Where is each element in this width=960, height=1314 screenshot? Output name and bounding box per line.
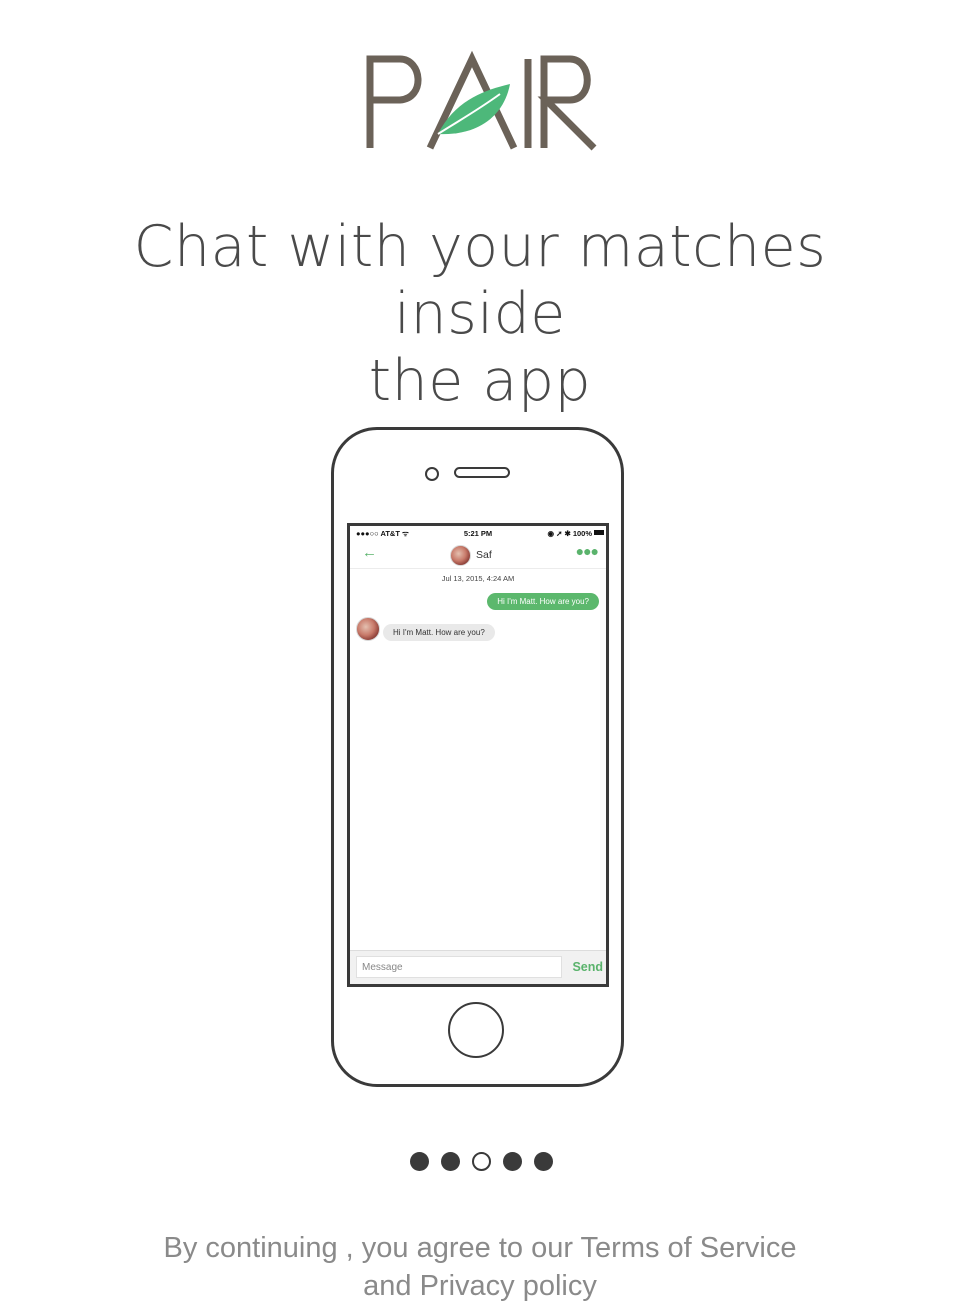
status-right: ◉ ➚ ✱ 100% [547,529,592,538]
page-dot-2[interactable] [441,1152,460,1171]
send-button: Send [572,960,603,974]
message-input: Message [356,956,562,978]
page-dot-5[interactable] [534,1152,553,1171]
terms-line1[interactable]: By continuing , you agree to our Terms o… [40,1229,920,1267]
home-button-icon [448,1002,504,1058]
chat-date: Jul 13, 2015, 4:24 AM [441,574,515,583]
message-composer: Message Send [350,950,606,984]
page-dot-3-active[interactable] [472,1152,491,1171]
incoming-message: Hi I'm Matt. How are you? [383,624,495,641]
pagination-dots[interactable] [410,1152,553,1171]
headline: Chat with your matches inside the app [40,214,920,415]
phone-illustration: ●●●○○ AT&T ᯤ 5:21 PM ◉ ➚ ✱ 100% ← Saf ●●… [331,427,624,1087]
contact-name: Saf [476,549,492,561]
headline-line1: Chat with your matches inside [133,214,827,347]
avatar [356,617,380,641]
battery-icon [594,530,604,535]
contact-header: Saf [450,544,492,566]
page-dot-1[interactable] [410,1152,429,1171]
chat-navbar: ← Saf ●●● [350,540,606,569]
more-icon: ●●● [575,543,599,559]
outgoing-message: Hi I'm Matt. How are you? [487,593,599,610]
camera-icon [425,467,439,481]
back-arrow-icon: ← [362,544,377,561]
speaker-icon [454,467,510,478]
avatar [450,544,471,566]
terms-footer[interactable]: By continuing , you agree to our Terms o… [40,1229,920,1305]
pair-logo [366,50,597,151]
status-bar: ●●●○○ AT&T ᯤ 5:21 PM ◉ ➚ ✱ 100% [350,526,606,540]
terms-line2[interactable]: and Privacy policy [40,1267,920,1305]
page-dot-4[interactable] [503,1152,522,1171]
headline-line2: the app [368,348,592,414]
phone-screen: ●●●○○ AT&T ᯤ 5:21 PM ◉ ➚ ✱ 100% ← Saf ●●… [347,523,609,987]
